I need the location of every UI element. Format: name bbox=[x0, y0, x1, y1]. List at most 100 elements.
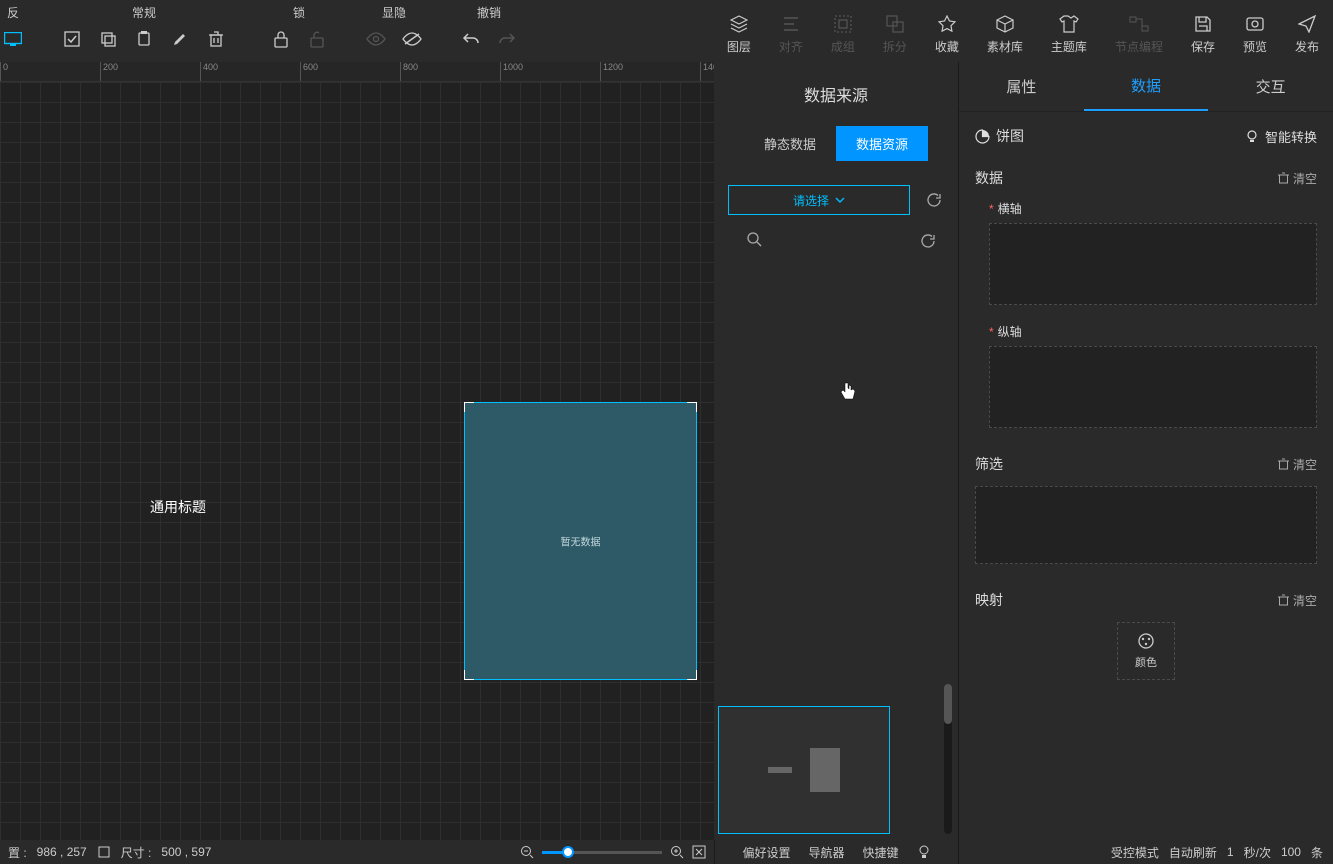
preview-button[interactable]: 预览 bbox=[1229, 0, 1281, 62]
position-label: 置 : bbox=[8, 844, 27, 861]
clear-mapping-button[interactable]: 清空 bbox=[1278, 592, 1317, 609]
navigator-button[interactable]: 导航器 bbox=[808, 844, 844, 861]
refresh-icon[interactable] bbox=[924, 190, 944, 210]
brush-icon[interactable] bbox=[170, 29, 190, 49]
zoom-slider[interactable] bbox=[542, 851, 662, 854]
palette-icon bbox=[1137, 632, 1155, 650]
align-icon bbox=[781, 14, 801, 34]
canvas-grid[interactable]: 通用标题 暂无数据 bbox=[0, 82, 714, 840]
delete-icon[interactable] bbox=[206, 29, 226, 49]
minimap[interactable] bbox=[718, 706, 890, 834]
board-icon[interactable] bbox=[3, 29, 23, 49]
redo-icon[interactable] bbox=[497, 29, 517, 49]
align-button[interactable]: 对齐 bbox=[765, 0, 817, 62]
layers-icon bbox=[729, 14, 749, 34]
pie-icon bbox=[975, 129, 990, 144]
undo-icon[interactable] bbox=[461, 29, 481, 49]
publish-button[interactable]: 发布 bbox=[1281, 0, 1333, 62]
hide-icon[interactable] bbox=[402, 29, 422, 49]
search-icon[interactable] bbox=[746, 231, 766, 251]
resize-handle-tl[interactable] bbox=[464, 402, 474, 412]
canvas-title-widget[interactable]: 通用标题 bbox=[150, 497, 206, 517]
chart-type-text: 饼图 bbox=[996, 126, 1024, 146]
filter-section: 筛选 清空 bbox=[959, 446, 1333, 582]
toolbar-group-lock: 锁 bbox=[254, 0, 344, 62]
toolbar-group-board: 反 bbox=[0, 0, 34, 62]
favorite-button[interactable]: 收藏 bbox=[921, 0, 973, 62]
trash-icon bbox=[1278, 458, 1289, 470]
toolbar-group-visibility: 显隐 bbox=[344, 0, 444, 62]
trash-icon bbox=[1278, 172, 1289, 184]
clear-filter-button[interactable]: 清空 bbox=[1278, 456, 1317, 473]
resize-handle-br[interactable] bbox=[687, 670, 697, 680]
tab-static-data[interactable]: 静态数据 bbox=[744, 126, 836, 161]
align-label: 对齐 bbox=[779, 38, 803, 55]
auto-refresh-label[interactable]: 自动刷新 bbox=[1169, 844, 1217, 861]
chevron-down-icon bbox=[835, 195, 845, 205]
box-icon bbox=[995, 14, 1015, 34]
select-placeholder: 请选择 bbox=[793, 192, 829, 209]
minimap-item bbox=[768, 767, 792, 773]
refresh-icon-2[interactable] bbox=[918, 231, 938, 251]
scrollbar-thumb[interactable] bbox=[944, 684, 952, 724]
top-toolbar: 反 常规 锁 显隐 bbox=[0, 0, 1333, 62]
slider-thumb[interactable] bbox=[562, 846, 574, 858]
chart-type-row: 饼图 智能转换 bbox=[959, 112, 1333, 160]
select-all-icon[interactable] bbox=[62, 29, 82, 49]
data-source-header: 数据来源 bbox=[714, 62, 958, 126]
xaxis-dropzone[interactable] bbox=[989, 223, 1317, 305]
zoom-out-icon[interactable] bbox=[520, 845, 534, 859]
ruler-tick: 800 bbox=[400, 62, 418, 81]
tab-interact[interactable]: 交互 bbox=[1208, 62, 1333, 111]
clear-label: 清空 bbox=[1293, 170, 1317, 187]
selected-widget[interactable]: 暂无数据 bbox=[464, 402, 697, 680]
assets-button[interactable]: 素材库 bbox=[973, 0, 1037, 62]
unlock-icon[interactable] bbox=[307, 29, 327, 49]
shortcut-button[interactable]: 快捷键 bbox=[863, 844, 899, 861]
bulb-icon[interactable] bbox=[917, 845, 931, 859]
status-bar-mid: 偏好设置 导航器 快捷键 bbox=[714, 840, 958, 864]
status-bar-right: 受控模式 自动刷新 1 秒/次 100 条 bbox=[958, 840, 1333, 864]
copy-icon[interactable] bbox=[98, 29, 118, 49]
smart-convert-button[interactable]: 智能转换 bbox=[1245, 127, 1317, 146]
tab-data[interactable]: 数据 bbox=[1084, 62, 1209, 111]
ruler-tick: 400 bbox=[200, 62, 218, 81]
smart-convert-label: 智能转换 bbox=[1265, 127, 1317, 146]
controlled-mode-label[interactable]: 受控模式 bbox=[1111, 844, 1159, 861]
data-section-title: 数据 bbox=[975, 168, 1003, 188]
resize-handle-bl[interactable] bbox=[464, 670, 474, 680]
paste-icon[interactable] bbox=[134, 29, 154, 49]
layers-label: 图层 bbox=[727, 38, 751, 55]
tab-attributes[interactable]: 属性 bbox=[959, 62, 1084, 111]
lock-icon[interactable] bbox=[271, 29, 291, 49]
themes-button[interactable]: 主题库 bbox=[1037, 0, 1101, 62]
color-mapping-button[interactable]: 颜色 bbox=[1117, 622, 1175, 680]
data-resource-select[interactable]: 请选择 bbox=[728, 185, 910, 215]
filter-dropzone[interactable] bbox=[975, 486, 1317, 564]
preview-label: 预览 bbox=[1243, 38, 1267, 55]
yaxis-dropzone[interactable] bbox=[989, 346, 1317, 428]
tab-data-resource[interactable]: 数据资源 bbox=[836, 126, 928, 161]
resize-handle-tr[interactable] bbox=[687, 402, 697, 412]
ungroup-button[interactable]: 拆分 bbox=[869, 0, 921, 62]
show-icon[interactable] bbox=[366, 29, 386, 49]
layers-button[interactable]: 图层 bbox=[713, 0, 765, 62]
count-unit: 条 bbox=[1311, 844, 1323, 861]
group-label-undo: 撤销 bbox=[477, 4, 501, 21]
group-label-lock: 锁 bbox=[293, 4, 305, 21]
save-button[interactable]: 保存 bbox=[1177, 0, 1229, 62]
node-editor-label: 节点编程 bbox=[1115, 38, 1163, 55]
clear-data-button[interactable]: 清空 bbox=[1278, 170, 1317, 187]
clear-label: 清空 bbox=[1293, 592, 1317, 609]
ruler-tick: 0 bbox=[0, 62, 8, 81]
prefs-button[interactable]: 偏好设置 bbox=[742, 844, 790, 861]
ruler-horizontal: 0200400600800100012001400 bbox=[0, 62, 714, 82]
fit-icon[interactable] bbox=[692, 845, 706, 859]
scrollbar[interactable] bbox=[944, 684, 952, 834]
group-button[interactable]: 成组 bbox=[817, 0, 869, 62]
zoom-in-icon[interactable] bbox=[670, 845, 684, 859]
size-value: 500 , 597 bbox=[161, 845, 211, 859]
data-search-row bbox=[714, 231, 958, 251]
node-editor-button[interactable]: 节点编程 bbox=[1101, 0, 1177, 62]
ruler-tick: 1000 bbox=[500, 62, 523, 81]
